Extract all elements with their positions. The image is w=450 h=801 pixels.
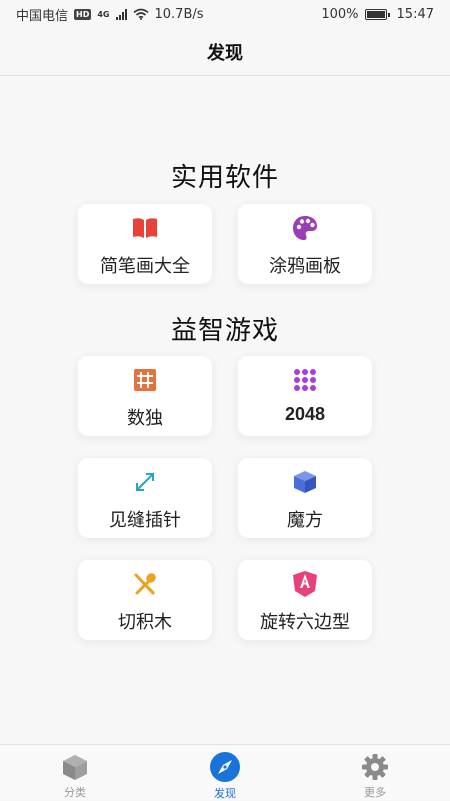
- card-2048[interactable]: 2048: [238, 356, 372, 436]
- expand-arrows-icon: [131, 468, 159, 496]
- card-label: 魔方: [287, 510, 323, 531]
- card-sketch-collection[interactable]: 简笔画大全: [78, 204, 212, 284]
- battery-icon: [364, 8, 390, 20]
- page-title: 发现: [207, 42, 243, 64]
- battery-percent: 100%: [321, 6, 359, 22]
- card-needle-game[interactable]: 见缝插针: [78, 458, 212, 538]
- card-label: 数独: [127, 408, 163, 429]
- book-icon: [131, 214, 159, 242]
- wifi-icon: [132, 8, 149, 20]
- bottom-tab-bar: 分类 发现 更多: [0, 744, 450, 800]
- tab-discover[interactable]: 发现: [150, 745, 300, 800]
- card-sudoku[interactable]: 数独: [78, 356, 212, 436]
- section-title-puzzle-games: 益智游戏: [170, 316, 279, 346]
- tab-label: 更多: [364, 786, 386, 799]
- dots-grid-icon: [291, 366, 319, 394]
- card-rubiks-cube[interactable]: 魔方: [238, 458, 372, 538]
- cube-icon: [291, 468, 319, 496]
- tab-categories[interactable]: 分类: [0, 745, 150, 800]
- card-label: 旋转六边型: [260, 612, 350, 633]
- card-label: 切积木: [118, 612, 172, 633]
- gear-icon: [359, 751, 391, 782]
- sudoku-grid-icon: [131, 366, 159, 394]
- signal-icon: [115, 8, 127, 20]
- card-doodle-board[interactable]: 涂鸦画板: [238, 204, 372, 284]
- tab-label: 发现: [214, 787, 236, 800]
- status-bar: 中国电信 HD 4G 10.7B/s 100% 15:47: [0, 0, 450, 28]
- discover-content: 实用软件 简笔画大全 涂鸦画板 益智游戏 数独 2048 见缝插针 魔方 切积木…: [0, 77, 450, 744]
- card-label: 见缝插针: [109, 510, 181, 531]
- crossed-tools-icon: [131, 570, 159, 598]
- network-type: 4G: [97, 9, 110, 19]
- network-speed: 10.7B/s: [154, 6, 204, 22]
- clock: 15:47: [396, 6, 434, 22]
- card-label: 2048: [284, 404, 326, 424]
- app-header: 发现: [0, 28, 450, 76]
- section-title-utilities: 实用软件: [170, 163, 279, 193]
- card-label: 简笔画大全: [100, 256, 190, 277]
- tab-more[interactable]: 更多: [300, 745, 450, 800]
- card-cut-blocks[interactable]: 切积木: [78, 560, 212, 640]
- carrier-label: 中国电信: [16, 8, 69, 24]
- box-icon: [59, 751, 91, 782]
- card-label: 涂鸦画板: [269, 256, 341, 277]
- compass-icon: [209, 751, 241, 783]
- hd-badge: HD: [74, 8, 92, 20]
- palette-icon: [291, 214, 319, 242]
- tab-label: 分类: [64, 786, 86, 799]
- angular-shield-icon: [291, 570, 319, 598]
- card-rotating-hexagon[interactable]: 旋转六边型: [238, 560, 372, 640]
